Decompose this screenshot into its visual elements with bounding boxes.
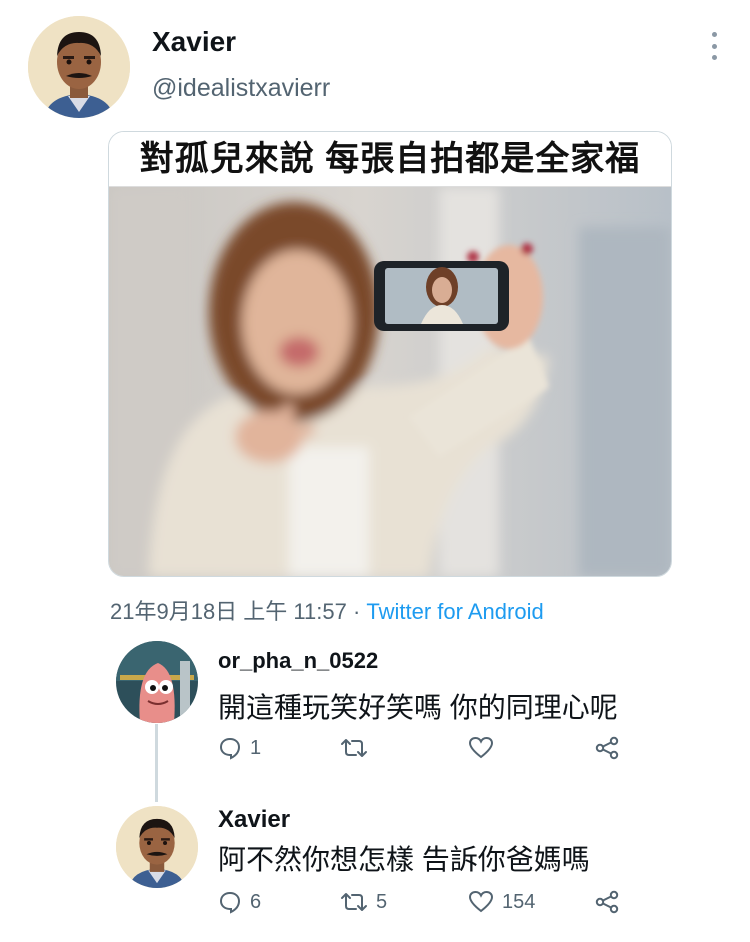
like-button[interactable]: 154 (468, 890, 535, 914)
retweet-button[interactable] (340, 736, 376, 760)
tweet-media[interactable]: 對孤兒來說 每張自拍都是全家福 (108, 131, 672, 577)
reply-button[interactable]: 6 (218, 890, 261, 914)
like-button[interactable] (468, 736, 502, 760)
tweet-metadata: 21年9月18日 上午 11:57 · Twitter for Android (110, 594, 544, 626)
more-vertical-icon[interactable] (702, 32, 726, 60)
share-icon (595, 890, 619, 914)
tweet-timestamp[interactable]: 21年9月18日 上午 11:57 (110, 599, 347, 624)
cartoon-character-avatar-icon (116, 641, 198, 723)
tweet-thread: Xavier @idealistxavierr 對孤兒來說 每張自拍都是全家福 (0, 0, 750, 942)
heart-icon (468, 736, 494, 759)
author-avatar[interactable] (28, 16, 130, 118)
reply-count: 1 (250, 736, 262, 759)
reply-icon (219, 737, 241, 760)
like-count: 154 (502, 890, 536, 913)
profile-photo-icon (28, 16, 130, 118)
reply-username[interactable]: Xavier (218, 806, 290, 834)
tweet-source-link[interactable]: Twitter for Android (366, 599, 543, 624)
reply-icon (219, 891, 241, 914)
reply-button[interactable]: 1 (218, 736, 261, 760)
retweet-button[interactable]: 5 (340, 890, 387, 914)
reply-username[interactable]: or_pha_n_0522 (218, 648, 378, 674)
retweet-count: 5 (376, 890, 388, 913)
retweet-icon (341, 893, 367, 911)
meme-caption: 對孤兒來說 每張自拍都是全家福 (109, 132, 671, 187)
reply-text: 阿不然你想怎樣 告訴你爸媽嗎 (218, 844, 590, 875)
author-name[interactable]: Xavier (152, 26, 236, 58)
share-button[interactable] (594, 890, 620, 914)
reply-avatar[interactable] (116, 641, 198, 723)
reply-avatar[interactable] (116, 806, 198, 888)
selfie-photo-image (109, 187, 671, 576)
reply-count: 6 (250, 890, 262, 913)
meta-separator: · (346, 599, 367, 624)
reply-text: 開這種玩笑好笑嗎 你的同理心呢 (218, 692, 618, 723)
share-icon (595, 736, 619, 760)
share-button[interactable] (594, 736, 620, 760)
heart-icon (468, 890, 494, 913)
thread-connector-line (155, 724, 158, 802)
author-handle[interactable]: @idealistxavierr (152, 74, 330, 103)
retweet-icon (341, 739, 367, 757)
profile-photo-icon (116, 806, 198, 888)
